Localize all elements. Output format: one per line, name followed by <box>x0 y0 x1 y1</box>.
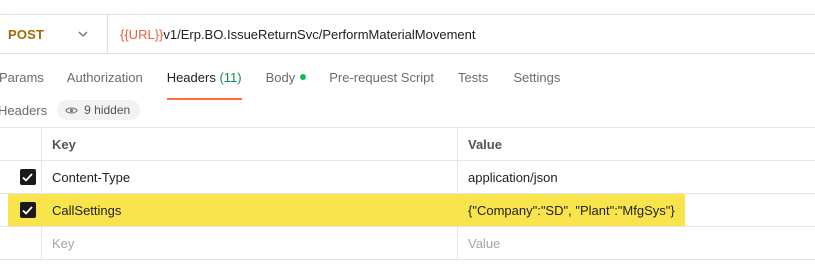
row-checkbox[interactable] <box>19 169 36 185</box>
url-variable: {{URL}} <box>120 26 164 42</box>
tab-headers[interactable]: Headers (11) <box>166 62 242 100</box>
method-label: POST <box>8 26 45 42</box>
eye-icon <box>65 107 78 113</box>
request-tabs: Params Authorization Headers (11) Body P… <box>0 62 815 100</box>
tab-params-label: Params <box>0 70 44 85</box>
row-check-cell <box>0 227 42 259</box>
url-path: v1/Erp.BO.IssueReturnSvc/PerformMaterial… <box>163 26 476 42</box>
row-key[interactable]: Content-Type <box>42 161 458 193</box>
tab-settings[interactable]: Settings <box>513 62 560 94</box>
table-row-empty: Key Value <box>0 227 815 260</box>
tab-tests-label: Tests <box>458 70 489 85</box>
tab-body-label: Body <box>265 70 296 85</box>
chevron-down-icon <box>77 28 89 40</box>
table-row-highlighted: CallSettings {"Company":"SD", "Plant":"M… <box>0 194 815 227</box>
column-header-key: Key <box>42 128 458 160</box>
headers-table: Key Value Content-Type application/json … <box>0 127 815 260</box>
url-input[interactable]: {{URL}}v1/Erp.BO.IssueReturnSvc/PerformM… <box>108 27 475 42</box>
row-value[interactable]: {"Company":"SD", "Plant":"MfgSys"} <box>458 194 815 226</box>
tab-headers-label: Headers <box>166 70 216 85</box>
column-header-value: Value <box>468 136 502 152</box>
table-row: Content-Type application/json <box>0 161 815 194</box>
hidden-headers-label: 9 hidden <box>84 103 131 117</box>
row-checkbox[interactable] <box>19 202 36 218</box>
body-status-dot <box>300 74 307 80</box>
header-check-cell <box>0 128 42 160</box>
new-key-input[interactable]: Key <box>42 227 458 259</box>
tab-authorization-label: Authorization <box>66 70 143 85</box>
tab-pre-request-script[interactable]: Pre-request Script <box>329 62 434 94</box>
request-bar: POST {{URL}}v1/Erp.BO.IssueReturnSvc/Per… <box>0 14 815 54</box>
row-check-cell <box>0 194 42 226</box>
table-header-row: Key Value <box>0 128 815 161</box>
method-select[interactable]: POST <box>0 15 108 53</box>
headers-section-title: Headers <box>0 102 48 118</box>
row-check-cell <box>0 161 42 193</box>
hidden-headers-toggle[interactable]: 9 hidden <box>57 100 141 120</box>
new-value-input[interactable]: Value <box>458 227 815 259</box>
headers-subbar: Headers 9 hidden <box>0 99 141 121</box>
tab-body[interactable]: Body <box>266 62 307 94</box>
headers-count: (11) <box>219 70 242 85</box>
checkmark-icon <box>22 205 33 215</box>
tab-pre-request-label: Pre-request Script <box>329 70 435 85</box>
tab-tests[interactable]: Tests <box>458 62 488 94</box>
row-key[interactable]: CallSettings <box>42 194 458 226</box>
tab-params[interactable]: Params <box>0 62 44 94</box>
tab-authorization[interactable]: Authorization <box>67 62 143 94</box>
tab-settings-label: Settings <box>513 70 561 85</box>
row-value[interactable]: application/json <box>458 161 815 193</box>
checkmark-icon <box>22 172 33 182</box>
